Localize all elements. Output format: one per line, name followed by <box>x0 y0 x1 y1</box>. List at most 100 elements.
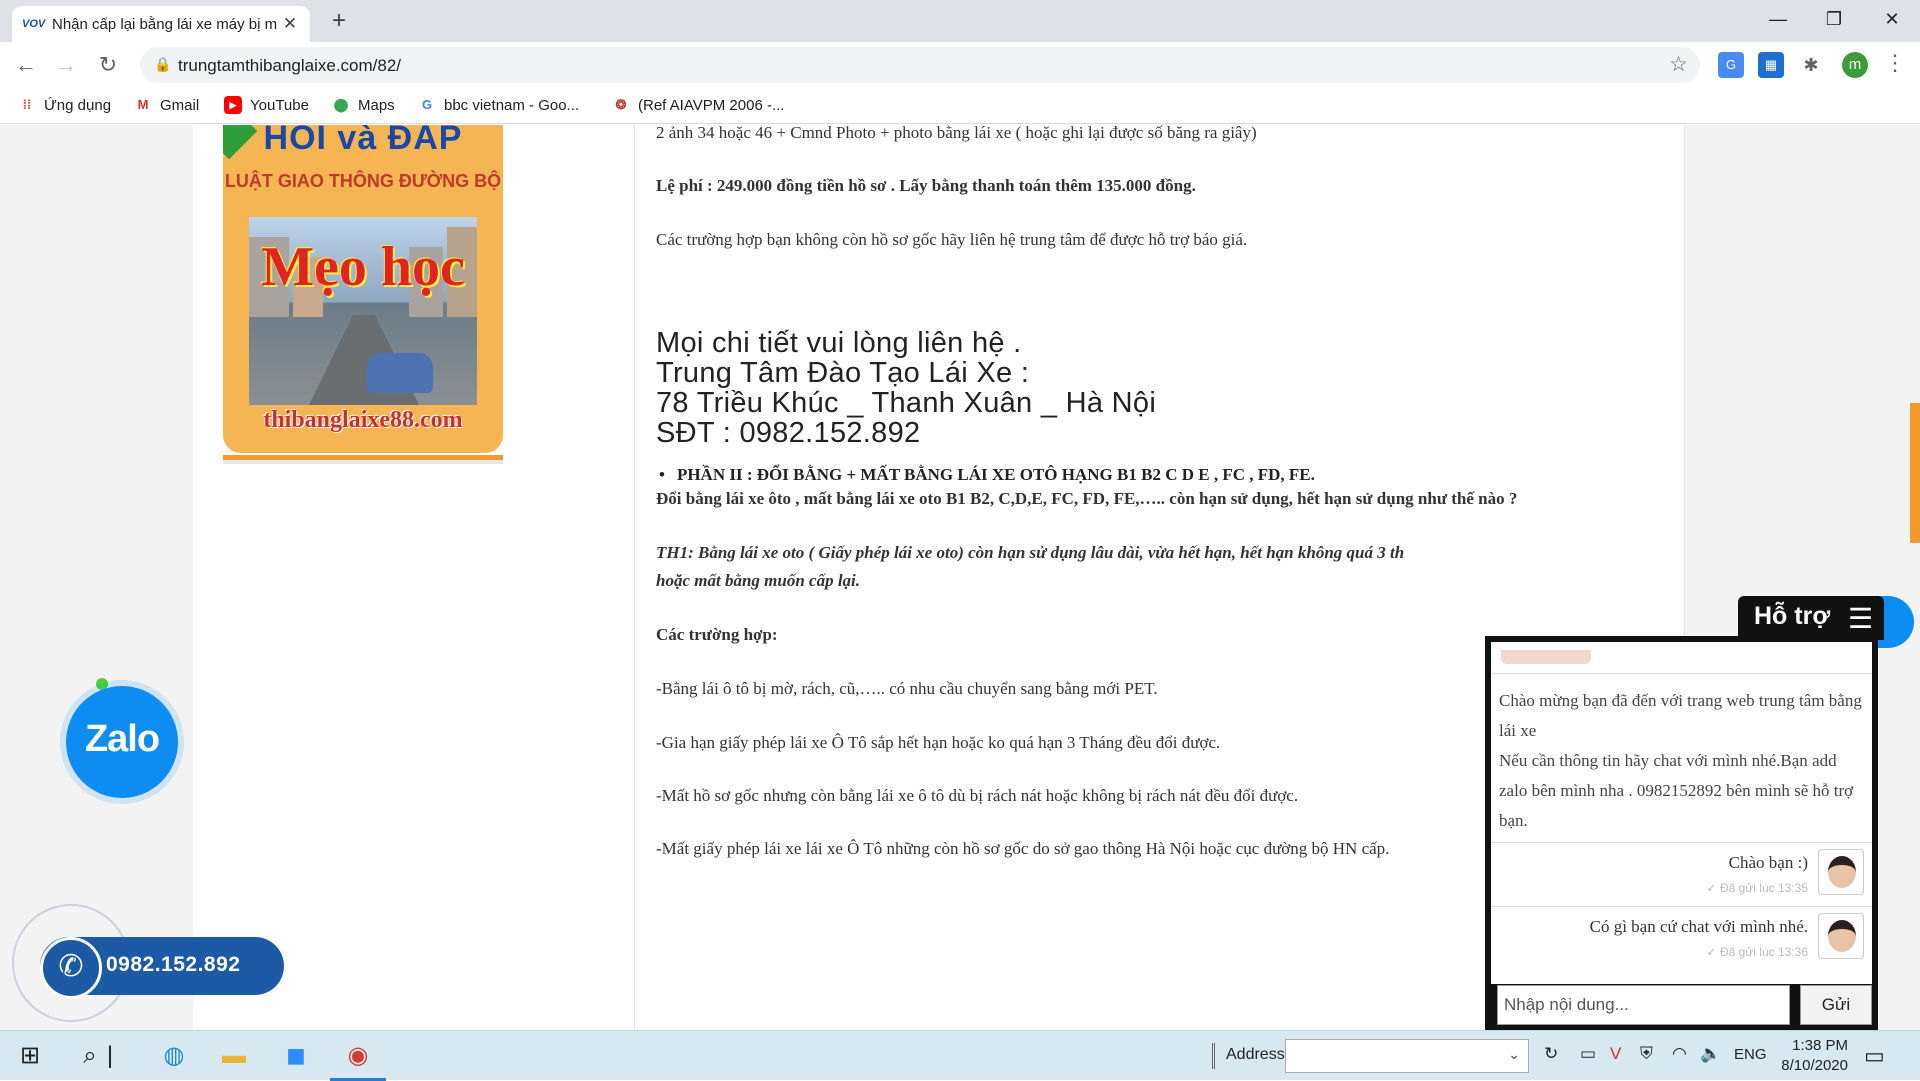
new-tab-button[interactable]: + <box>324 6 354 36</box>
google-icon: G <box>421 97 433 112</box>
call-number[interactable]: 0982.152.892 <box>106 953 240 977</box>
close-window-button[interactable]: ✕ <box>1864 0 1920 38</box>
hamburger-menu-icon[interactable]: ☰ <box>1848 602 1873 635</box>
contact-phone[interactable]: SĐT : 0982.152.892 <box>656 418 1156 448</box>
antivirus-icon[interactable]: V <box>1610 1044 1621 1064</box>
chat-panel: Chào mừng bạn đã đến với trang web trung… <box>1485 636 1878 1030</box>
no-file-line: Các trường hợp bạn không còn hồ sơ gốc h… <box>656 230 1248 249</box>
chat-messages: Chào mừng bạn đã đến với trang web trung… <box>1491 642 1872 984</box>
notification-icon[interactable]: ▭ <box>1864 1043 1885 1069</box>
banner-title: HỎI và ĐÁP <box>263 125 463 157</box>
restore-button[interactable]: ❐ <box>1806 0 1862 38</box>
docs-line: 2 ảnh 34 hoặc 46 + Cmnd Photo + photo bằ… <box>656 125 1257 142</box>
browser-tab[interactable]: VOV Nhận cấp lại bằng lái xe máy bị m ✕ <box>12 6 310 42</box>
bookmark-label: YouTube <box>250 96 309 114</box>
battery-icon[interactable]: ▭ <box>1580 1044 1596 1064</box>
puzzle-extensions-icon[interactable]: ✱ <box>1798 52 1824 78</box>
bookmark-gmail[interactable]: M Gmail <box>134 96 200 114</box>
case-item: -Mất giấy phép lái xe lái xe Ô Tô những … <box>656 839 1390 858</box>
banner-subtitle: LUẬT GIAO THÔNG ĐƯỜNG BỘ <box>224 171 502 191</box>
chrome-icon[interactable]: ◉ <box>330 1031 386 1081</box>
address-bar[interactable]: 🔒 trungtamthibanglaixe.com/82/ ☆ <box>140 47 1700 83</box>
system-clock[interactable]: 1:38 PM 8/10/2020 <box>1772 1036 1848 1076</box>
extension-icon[interactable]: ▦ <box>1758 52 1784 78</box>
bookmark-label: (Ref AIAVPM 2006 -... <box>638 96 785 114</box>
question-line: Đổi bằng lái xe ôto , mất bằng lái xe ot… <box>656 489 1518 508</box>
site-icon: ❂ <box>615 97 627 112</box>
agent-avatar <box>1818 849 1864 895</box>
chat-title: Hỗ trợ <box>1754 602 1831 630</box>
bookmark-label: Ứng dụng <box>44 96 112 114</box>
case1-heading-line: TH1: Bằng lái xe oto ( Giấy phép lái xe … <box>656 543 1405 562</box>
contact-line: 78 Triều Khúc _ Thanh Xuân _ Hà Nội <box>656 387 1157 419</box>
section-heading: PHẦN II : ĐỔI BẰNG + MẤT BẰNG LÁI XE OTÔ… <box>659 465 1315 485</box>
windows-start-icon[interactable]: ⊞ <box>2 1031 58 1081</box>
message-status: ✓ Đã gửi lúc 13:36 <box>1706 945 1808 959</box>
security-shield-icon[interactable]: ⛨ <box>1640 1044 1653 1064</box>
message-text: Có gì bạn cứ chat với mình nhé. <box>1589 917 1808 936</box>
message-text: Chào bạn :) <box>1728 853 1808 872</box>
clock-date: 8/10/2020 <box>1781 1057 1848 1074</box>
banner-headline: Mẹo học <box>261 236 465 298</box>
bookmark-maps[interactable]: ⬤ Maps <box>332 96 395 114</box>
lock-icon: 🔒 <box>154 56 172 72</box>
zalo-button[interactable]: Zalo <box>66 686 178 798</box>
contact-line: Trung Tâm Đào Tạo Lái Xe : <box>656 357 1030 389</box>
fee-line: Lệ phí : 249.000 đồng tiền hồ sơ . Lấy b… <box>656 176 1196 195</box>
apps-grid-icon: ⁞⁞ <box>22 97 32 112</box>
clock-time: 1:38 PM <box>1792 1037 1848 1054</box>
bookmark-label: Gmail <box>160 96 200 114</box>
volume-icon[interactable]: 🔈 <box>1700 1044 1721 1064</box>
maps-icon: ⬤ <box>333 97 349 112</box>
browser-toolbar: ← → ↻ 🔒 trungtamthibanglaixe.com/82/ ☆ G… <box>0 42 1920 88</box>
file-explorer-icon[interactable]: ▬ <box>206 1031 262 1081</box>
chevron-down-icon[interactable]: ⌄ <box>1508 1046 1520 1063</box>
address-toolbar-input[interactable]: ⌄ <box>1285 1039 1529 1073</box>
bookmark-apps[interactable]: ⁞⁞ Ứng dụng <box>18 96 111 114</box>
cases-title: Các trường hợp: <box>656 625 778 644</box>
car-icon <box>367 353 433 393</box>
url-text: trungtamthibanglaixe.com/82/ <box>178 56 402 75</box>
forward-button[interactable]: → <box>50 49 82 81</box>
side-accent <box>1910 403 1920 543</box>
contact-block: Mọi chi tiết vui lòng liên hệ . Trung Tâ… <box>656 328 1156 448</box>
tab-strip: VOV Nhận cấp lại bằng lái xe máy bị m ✕ … <box>0 0 1920 42</box>
menu-dots-icon[interactable]: ⋮ <box>1884 50 1906 76</box>
toolbar-separator <box>1212 1043 1215 1069</box>
sidebar-banner-image[interactable]: HỎI và ĐÁP LUẬT GIAO THÔNG ĐƯỜNG BỘ Mẹo … <box>223 125 503 453</box>
refresh-icon[interactable]: ↻ <box>1544 1044 1558 1064</box>
bookmark-youtube[interactable]: ▶ YouTube <box>224 96 309 114</box>
banner-site: thibanglaixe88.com <box>263 407 463 433</box>
zalo-label: Zalo <box>84 718 160 760</box>
edge-browser-icon[interactable]: ◍ <box>146 1031 202 1081</box>
case1-heading-line: hoặc mất bằng muốn cấp lại. <box>656 571 861 590</box>
case-item: -Mất hồ sơ gốc nhưng còn bằng lái xe ô t… <box>656 786 1299 805</box>
back-button[interactable]: ← <box>10 49 42 81</box>
bookmarks-bar: ⁞⁞ Ứng dụng M Gmail ▶ YouTube ⬤ Maps G b… <box>0 88 1920 124</box>
chat-input[interactable]: Nhập nội dung... <box>1497 985 1790 1025</box>
chat-header[interactable]: Hỗ trợ ☰ <box>1738 596 1884 640</box>
send-button[interactable]: Gửi <box>1800 985 1872 1025</box>
chat-top-strip <box>1491 642 1872 674</box>
reload-button[interactable]: ↻ <box>92 49 124 81</box>
windows-taskbar: ⊞ ⌕ | ◍ ▬ ◼ ◉ Address ⌄ ↻ ▭ V ⛨ ◠ 🔈 ENG … <box>0 1030 1920 1081</box>
language-indicator[interactable]: ENG <box>1734 1046 1767 1063</box>
bookmark-label: Maps <box>358 96 395 114</box>
zoom-app-icon[interactable]: ◼ <box>268 1031 324 1081</box>
profile-avatar[interactable]: m <box>1842 52 1868 78</box>
minimize-button[interactable]: — <box>1750 0 1806 38</box>
phone-icon[interactable]: ✆ <box>40 937 102 999</box>
bookmark-bbc[interactable]: G bbc vietnam - Goo... <box>418 96 579 114</box>
page-container: HỎI và ĐÁP LUẬT GIAO THÔNG ĐƯỜNG BỘ Mẹo … <box>193 125 1685 1030</box>
bookmark-star-icon[interactable]: ☆ <box>1669 52 1688 77</box>
wifi-icon[interactable]: ◠ <box>1672 1044 1687 1064</box>
youtube-icon: ▶ <box>224 96 242 114</box>
chat-message: Có gì bạn cứ chat với mình nhé. ✓ Đã gửi… <box>1491 906 1872 970</box>
sidebar-shadow <box>223 460 503 464</box>
tab-close-icon[interactable]: ✕ <box>280 14 300 34</box>
chat-message: Chào bạn :) ✓ Đã gửi lúc 13:35 <box>1491 842 1872 906</box>
taskbar-divider: | <box>106 1042 114 1069</box>
translate-extension-icon[interactable]: G <box>1718 52 1744 78</box>
case-item: -Gia hạn giấy phép lái xe Ô Tô sắp hết h… <box>656 733 1221 752</box>
bookmark-ref[interactable]: ❂ (Ref AIAVPM 2006 -... <box>612 96 785 114</box>
